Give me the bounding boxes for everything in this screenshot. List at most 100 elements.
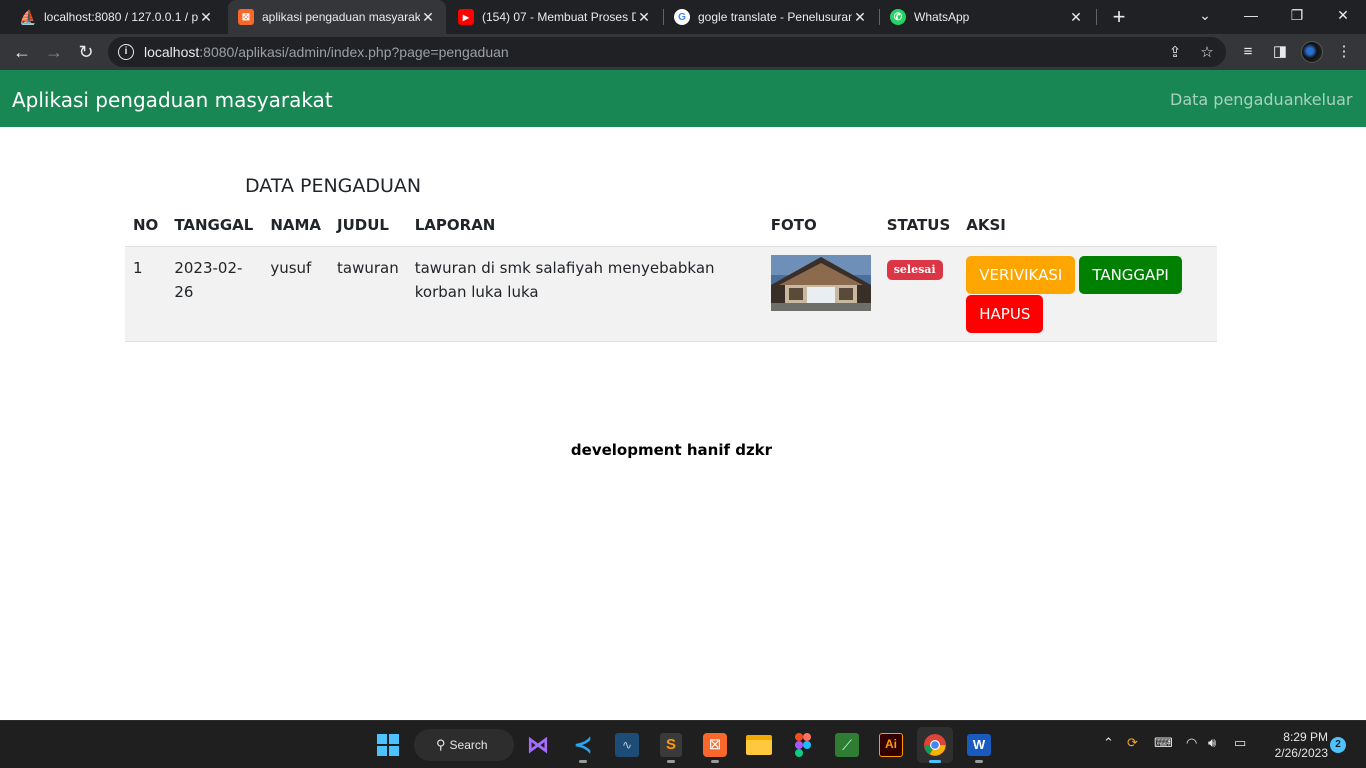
clock-date: 2/26/2023 — [1274, 746, 1328, 760]
verify-button[interactable]: VERIVIKASI — [966, 255, 1076, 294]
nav-link-keluar[interactable]: keluar — [1303, 90, 1353, 109]
url-text: localhost:8080/aplikasi/admin/index.php?… — [144, 44, 509, 60]
vscode-icon[interactable]: ≺ — [565, 727, 601, 763]
app-brand[interactable]: Aplikasi pengaduan masyarakat — [12, 88, 333, 112]
side-panel-icon[interactable]: ◨ — [1270, 42, 1290, 62]
restore-icon[interactable]: ❐ — [1274, 0, 1320, 30]
tab-title: gogle translate - Penelusuran — [698, 10, 852, 24]
windows-logo-icon — [377, 734, 399, 756]
keyboard-icon[interactable]: ⌨ — [1154, 735, 1173, 751]
notification-badge[interactable]: 2 — [1330, 737, 1346, 753]
nav-link-data-pengaduan[interactable]: Data pengaduan — [1170, 90, 1304, 109]
battery-icon[interactable]: ▭ — [1234, 735, 1246, 751]
close-tab-icon[interactable]: ✕ — [852, 9, 868, 26]
taskbar-clock[interactable]: 8:29 PM 2/26/2023 — [1262, 729, 1328, 761]
site-info-icon[interactable]: i — [118, 44, 134, 60]
close-tab-icon[interactable]: ✕ — [1068, 9, 1084, 26]
xampp-icon: ⊠ — [238, 9, 254, 25]
minimize-icon[interactable]: — — [1228, 0, 1274, 30]
app-navbar: Aplikasi pengaduan masyarakat Data penga… — [0, 70, 1366, 127]
url-host: localhost — [144, 44, 200, 60]
tab-title: aplikasi pengaduan masyarak — [262, 10, 420, 24]
complaints-table: NO TANGGAL NAMA JUDUL LAPORAN FOTO STATU… — [125, 205, 1217, 342]
table-header-row: NO TANGGAL NAMA JUDUL LAPORAN FOTO STATU… — [125, 205, 1217, 246]
address-bar[interactable]: i localhost:8080/aplikasi/admin/index.ph… — [108, 37, 1226, 67]
delete-button[interactable]: HAPUS — [966, 294, 1044, 333]
mysql-workbench-icon[interactable]: ∿ — [609, 727, 645, 763]
forward-arrow-icon[interactable]: → — [40, 38, 68, 66]
phpmyadmin-icon: ⛵ — [19, 8, 37, 25]
reply-button[interactable]: TANGGAPI — [1079, 255, 1182, 294]
close-window-icon[interactable]: ✕ — [1320, 0, 1366, 30]
whatsapp-icon: ✆ — [890, 9, 906, 25]
reload-icon[interactable]: ↻ — [72, 38, 100, 66]
tab-title: (154) 07 - Membuat Proses D — [482, 10, 636, 24]
browser-tab-aplikasi[interactable]: ⊠ aplikasi pengaduan masyarak ✕ — [228, 0, 446, 34]
xampp-icon[interactable]: ⊠ — [697, 727, 733, 763]
taskbar: ⚲ Search ⋈ ≺ ∿ S ⊠ ⟋ Ai W ⌃ ⟳ ⌨ ◠ 🔊︎ ▭ 8… — [0, 720, 1366, 768]
search-label: Search — [449, 738, 488, 752]
page-title: DATA PENGADUAN — [245, 175, 422, 197]
column-header-title: JUDUL — [337, 216, 389, 235]
action-group: VERIVIKASI TANGGAPI HAPUS — [966, 255, 1186, 333]
column-header-date: TANGGAL — [174, 216, 254, 235]
wifi-icon[interactable]: ◠ — [1186, 735, 1197, 751]
cell-no: 1 — [125, 245, 167, 342]
search-icon: ⚲ — [436, 737, 446, 752]
column-header-no: NO — [133, 216, 159, 235]
tab-title: WhatsApp — [914, 10, 970, 24]
tab-separator — [1096, 9, 1097, 25]
tab-title: localhost:8080 / 127.0.0.1 / p — [44, 10, 198, 24]
profile-avatar[interactable] — [1301, 41, 1323, 63]
figma-icon[interactable] — [785, 727, 821, 763]
media-queue-icon[interactable]: ≡ — [1238, 42, 1258, 62]
cell-date-part2: 26 — [174, 282, 194, 301]
chrome-icon[interactable] — [917, 727, 953, 763]
browser-tab-youtube[interactable]: ▶ (154) 07 - Membuat Proses D ✕ — [448, 0, 662, 34]
clock-time: 8:29 PM — [1283, 730, 1328, 744]
show-hidden-icons-chevron-icon[interactable]: ⌃ — [1103, 735, 1114, 751]
cell-title: tawuran — [329, 245, 407, 342]
coreldraw-icon[interactable]: ⟋ — [829, 727, 865, 763]
google-icon: G — [674, 9, 690, 25]
column-header-action: AKSI — [966, 216, 1006, 235]
sync-status-icon[interactable]: ⟳ — [1127, 735, 1138, 751]
status-badge: selesai — [886, 259, 943, 280]
menu-kebab-icon[interactable]: ⋮ — [1334, 42, 1354, 62]
column-header-report: LAPORAN — [414, 216, 496, 235]
cell-name: yusuf — [262, 245, 330, 342]
cell-date-part1: 2023-02- — [174, 258, 243, 277]
volume-icon[interactable]: 🔊︎ — [1208, 735, 1216, 751]
share-icon[interactable]: ⇪ — [1166, 44, 1184, 62]
table-row: 1 2023-02- 26 yusuf tawuran tawuran di sm… — [125, 245, 1217, 342]
figma-logo — [795, 733, 811, 757]
browser-tab-whatsapp[interactable]: ✆ WhatsApp ✕ — [880, 0, 1094, 34]
browser-tab-google[interactable]: G gogle translate - Penelusuran ✕ — [664, 0, 878, 34]
tab-search-chevron-icon[interactable]: ⌄ — [1182, 0, 1228, 30]
close-tab-icon[interactable]: ✕ — [198, 9, 214, 26]
cell-report: tawuran di smk salafiyah menyebabkan kor… — [406, 245, 763, 342]
illustrator-icon[interactable]: Ai — [873, 727, 909, 763]
new-tab-button[interactable]: + — [1106, 4, 1132, 30]
cell-status: selesai — [878, 245, 959, 342]
start-button[interactable] — [370, 727, 406, 763]
column-header-photo: FOTO — [770, 216, 817, 235]
footer-credit: development hanif dzkr — [570, 441, 773, 459]
cell-actions: VERIVIKASI TANGGAPI HAPUS — [958, 245, 1217, 342]
bookmark-star-icon[interactable]: ☆ — [1198, 44, 1216, 62]
sublime-text-icon[interactable]: S — [653, 727, 689, 763]
visual-studio-icon[interactable]: ⋈ — [520, 727, 556, 763]
back-arrow-icon[interactable]: ← — [8, 38, 36, 66]
browser-tab-strip: ⛵ localhost:8080 / 127.0.0.1 / p ✕ ⊠ apl… — [0, 0, 1366, 34]
word-icon[interactable]: W — [961, 727, 997, 763]
chrome-logo — [924, 734, 946, 756]
file-explorer-icon[interactable] — [741, 727, 777, 763]
close-tab-icon[interactable]: ✕ — [636, 9, 652, 26]
youtube-icon: ▶ — [458, 9, 474, 25]
close-tab-icon[interactable]: ✕ — [420, 9, 436, 26]
url-path: :8080/aplikasi/admin/index.php?page=peng… — [199, 44, 509, 60]
taskbar-search[interactable]: ⚲ Search — [414, 729, 514, 761]
complaint-photo — [770, 254, 871, 311]
browser-toolbar: ← → ↻ i localhost:8080/aplikasi/admin/in… — [0, 34, 1366, 70]
browser-tab-phpmyadmin[interactable]: ⛵ localhost:8080 / 127.0.0.1 / p ✕ — [10, 0, 224, 34]
